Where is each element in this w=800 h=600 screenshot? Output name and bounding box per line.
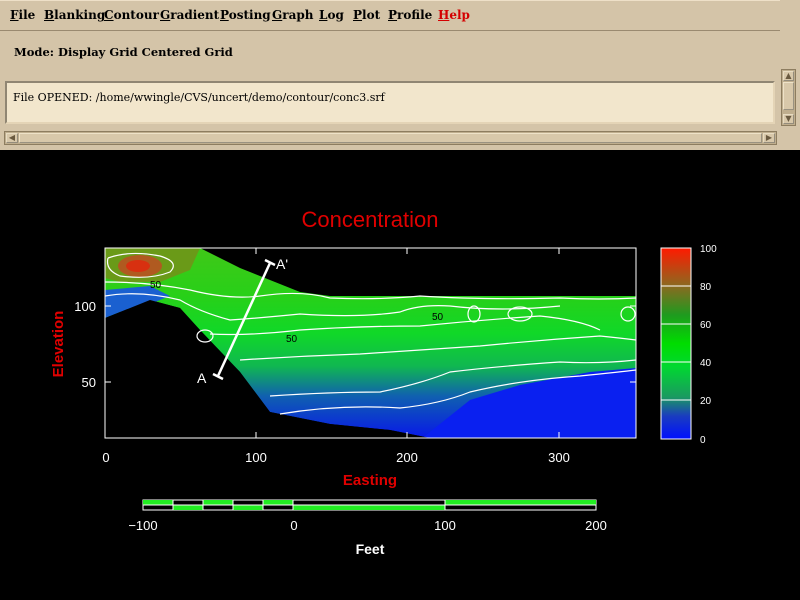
y-tick-label: 100 xyxy=(74,299,96,314)
scroll-up-arrow-icon[interactable]: ▲ xyxy=(783,71,794,81)
horizontal-scrollbar[interactable]: ◀ ▶ xyxy=(4,131,777,145)
menu-file[interactable]: File xyxy=(10,8,35,22)
menu-profile[interactable]: Profile xyxy=(388,8,432,22)
vertical-scroll-thumb[interactable] xyxy=(783,82,794,110)
menu-log[interactable]: Log xyxy=(319,8,344,22)
menu-plot[interactable]: Plot xyxy=(353,8,380,22)
menu-bar: File Blanking Contour Gradient Posting G… xyxy=(0,0,780,31)
contour-label-3: 50 xyxy=(432,312,444,323)
x-tick-label: 0 xyxy=(102,450,109,465)
scale-tick-label: −100 xyxy=(128,518,157,533)
mode-status: Mode: Display Grid Centered Grid xyxy=(14,45,233,59)
control-panel: File Blanking Contour Gradient Posting G… xyxy=(0,0,800,150)
menu-gradient[interactable]: Gradient xyxy=(160,8,219,22)
vertical-scrollbar[interactable]: ▲ ▼ xyxy=(781,69,796,126)
colorbar-tick-label: 60 xyxy=(700,320,712,331)
x-tick-label: 100 xyxy=(245,450,267,465)
colorbar xyxy=(660,247,692,440)
menu-blanking[interactable]: Blanking xyxy=(44,8,105,22)
x-tick-label: 200 xyxy=(396,450,418,465)
message-area[interactable]: File OPENED: /home/wwingle/CVS/uncert/de… xyxy=(5,81,775,124)
profile-start-label: A xyxy=(197,370,207,386)
y-axis-label: Elevation xyxy=(50,311,67,378)
y-tick-label: 50 xyxy=(82,375,96,390)
scale-bar xyxy=(142,499,597,511)
colorbar-tick-label: 100 xyxy=(700,244,717,255)
app-window: File Blanking Contour Gradient Posting G… xyxy=(0,0,800,600)
contour-label-2: 50 xyxy=(286,334,298,345)
horizontal-scroll-thumb[interactable] xyxy=(19,133,762,143)
plot-canvas[interactable]: Concentration 50 50 50 0 100 200 300 100… xyxy=(0,150,800,600)
x-axis-label: Easting xyxy=(343,472,397,489)
scroll-down-arrow-icon[interactable]: ▼ xyxy=(783,114,794,124)
menu-posting[interactable]: Posting xyxy=(220,8,271,22)
colorbar-tick-label: 80 xyxy=(700,282,712,293)
colorbar-tick-label: 40 xyxy=(700,358,712,369)
contour-label-1: 50 xyxy=(150,280,162,291)
colorbar-tick-label: 0 xyxy=(700,435,706,446)
menu-graph[interactable]: Graph xyxy=(272,8,313,22)
scale-units-label: Feet xyxy=(356,541,385,557)
scale-tick-label: 0 xyxy=(290,518,297,533)
scroll-right-arrow-icon[interactable]: ▶ xyxy=(763,133,775,143)
profile-end-label: A' xyxy=(276,256,288,272)
scroll-left-arrow-icon[interactable]: ◀ xyxy=(6,133,18,143)
colorbar-tick-label: 20 xyxy=(700,396,712,407)
scale-tick-label: 200 xyxy=(585,518,607,533)
scale-tick-label: 100 xyxy=(434,518,456,533)
x-tick-label: 300 xyxy=(548,450,570,465)
concentration-map: 50 50 50 xyxy=(105,248,636,438)
message-text: File OPENED: /home/wwingle/CVS/uncert/de… xyxy=(13,91,385,104)
menu-contour[interactable]: Contour xyxy=(104,8,159,22)
menu-help[interactable]: Help xyxy=(438,8,470,22)
plot-title: Concentration xyxy=(302,207,439,232)
